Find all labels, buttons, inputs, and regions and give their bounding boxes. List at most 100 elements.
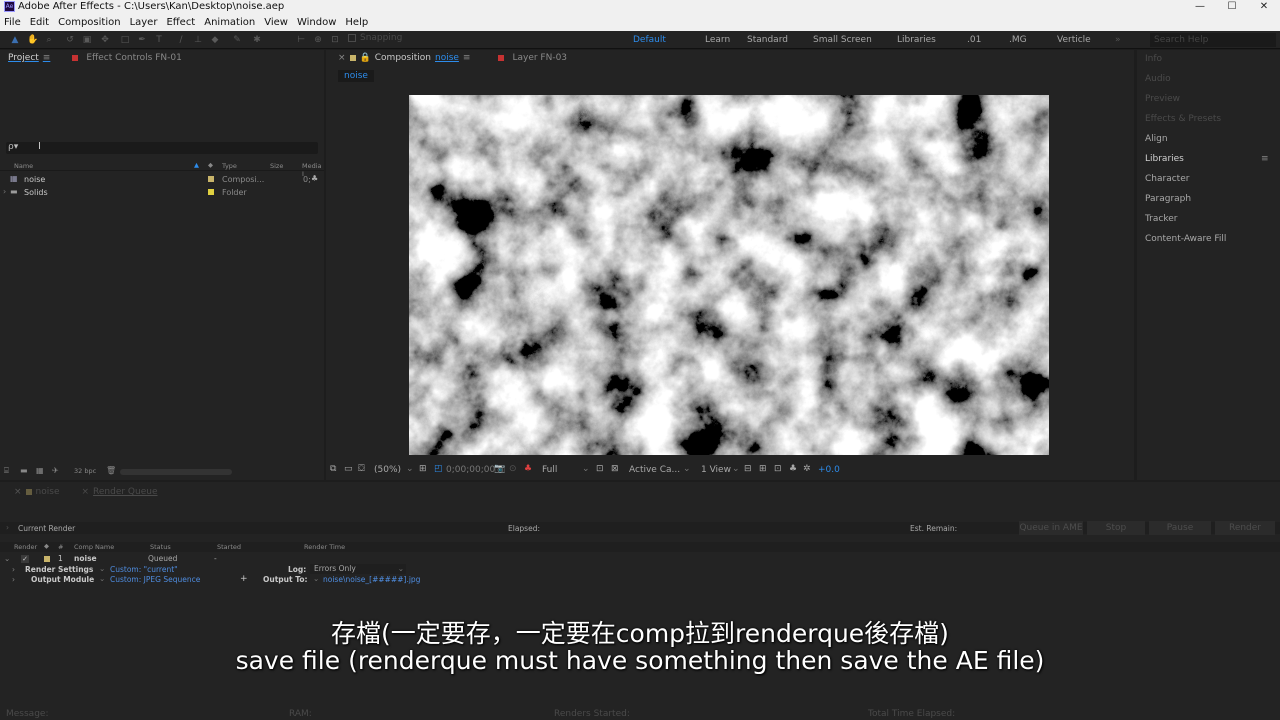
maximize-button[interactable]: ☐: [1216, 0, 1248, 13]
chevron-down-icon[interactable]: ⌄: [99, 564, 105, 573]
monitor-icon[interactable]: ▭: [344, 464, 353, 474]
view-layout-dropdown[interactable]: 1 View: [701, 465, 731, 475]
pan-behind-tool-icon[interactable]: ✥: [100, 35, 110, 45]
panel-menu-icon[interactable]: ≡: [43, 53, 51, 63]
menu-edit[interactable]: Edit: [30, 17, 49, 28]
bit-depth-button[interactable]: 32 bpc: [74, 467, 96, 475]
render-button[interactable]: Render: [1215, 521, 1275, 535]
channel-color-icon[interactable]: ♣: [524, 464, 532, 474]
panel-menu-icon[interactable]: ≡: [463, 53, 471, 63]
workspace-standard[interactable]: Standard: [747, 35, 813, 45]
chevron-down-icon[interactable]: ⌄: [683, 464, 691, 474]
label-tag-icon[interactable]: ◆: [44, 542, 49, 550]
chevron-down-icon[interactable]: ⌄: [99, 574, 105, 583]
expand-arrow-icon[interactable]: ›: [12, 565, 15, 574]
tab-render-queue[interactable]: × Render Queue: [67, 487, 165, 497]
mask-visibility-icon[interactable]: ⛋: [358, 464, 365, 474]
menu-window[interactable]: Window: [297, 17, 336, 28]
new-composition-icon[interactable]: ▦: [36, 466, 44, 475]
menu-composition[interactable]: Composition: [58, 17, 120, 28]
collapse-arrow-icon[interactable]: ⌄: [4, 554, 10, 563]
reset-exposure-icon[interactable]: ✲: [803, 464, 811, 474]
chevron-down-icon[interactable]: ⌄: [313, 574, 319, 583]
panel-align[interactable]: Align: [1145, 134, 1168, 144]
adjust-project-settings-icon[interactable]: ✈: [52, 466, 59, 475]
composition-viewer[interactable]: [409, 95, 1049, 455]
axis-view-icon[interactable]: ⊡: [330, 35, 340, 45]
project-search-input[interactable]: ρ▾ I: [6, 141, 318, 154]
eraser-tool-icon[interactable]: ◆: [210, 35, 220, 45]
menu-animation[interactable]: Animation: [204, 17, 255, 28]
axis-world-icon[interactable]: ⊕: [313, 35, 323, 45]
close-tab-icon[interactable]: ×: [81, 487, 89, 497]
column-render[interactable]: Render: [14, 543, 37, 551]
panel-menu-icon[interactable]: ≡: [1261, 154, 1269, 164]
panel-content-aware-fill[interactable]: Content-Aware Fill: [1145, 234, 1226, 244]
render-checkbox[interactable]: ✓: [21, 555, 29, 563]
interpret-footage-icon[interactable]: ⌸: [4, 466, 9, 476]
tab-noise-timeline[interactable]: × noise: [6, 487, 67, 497]
render-queue-item-row[interactable]: ⌄ ✓ 1 noise Queued -: [0, 554, 1280, 564]
menu-help[interactable]: Help: [345, 17, 368, 28]
panel-paragraph[interactable]: Paragraph: [1145, 194, 1191, 204]
column-status[interactable]: Status: [150, 543, 171, 551]
workspace-small-screen[interactable]: Small Screen: [813, 35, 897, 45]
column-name[interactable]: Name: [14, 162, 33, 170]
selection-tool-icon[interactable]: ▲: [10, 35, 20, 45]
flowchart-icon[interactable]: ♣: [311, 174, 318, 183]
column-render-time[interactable]: Render Time: [304, 543, 345, 551]
column-size[interactable]: Size: [270, 162, 283, 170]
chevron-down-icon[interactable]: ⌄: [732, 464, 740, 474]
show-snapshot-icon[interactable]: ⊙: [509, 464, 517, 474]
workspace-verticle[interactable]: Verticle: [1057, 35, 1115, 45]
minimize-button[interactable]: —: [1184, 0, 1216, 13]
output-to-value[interactable]: noise\noise_[#####].jpg: [323, 575, 420, 584]
expand-arrow-icon[interactable]: ›: [6, 523, 9, 532]
queue-in-ame-button[interactable]: Queue in AME: [1019, 521, 1083, 535]
puppet-tool-icon[interactable]: ✱: [252, 35, 262, 45]
workspace-01[interactable]: .01: [967, 35, 1009, 45]
label-tag-icon[interactable]: ◆: [208, 161, 213, 169]
more-workspaces-button[interactable]: »: [1115, 35, 1121, 45]
log-dropdown[interactable]: Errors Only ⌄: [310, 564, 406, 574]
panel-effects-presets[interactable]: Effects & Presets: [1145, 114, 1221, 124]
zoom-tool-icon[interactable]: ⌕: [44, 35, 54, 45]
hand-tool-icon[interactable]: ✋: [27, 35, 38, 45]
clone-stamp-tool-icon[interactable]: ⊥: [193, 35, 203, 45]
tab-layer[interactable]: Layer FN-03: [478, 53, 575, 63]
snapping-toggle[interactable]: Snapping: [348, 33, 402, 43]
breadcrumb-comp[interactable]: noise: [344, 71, 368, 81]
toggle-pixel-aspect-icon[interactable]: ⊟: [744, 464, 752, 474]
expand-arrow-icon[interactable]: ›: [3, 187, 6, 196]
comp-flowchart-icon[interactable]: ⊡: [774, 464, 782, 474]
tab-composition[interactable]: × 🔒 Composition noise ≡: [330, 53, 478, 63]
axis-local-icon[interactable]: ⊢: [296, 35, 306, 45]
delete-icon[interactable]: 🗑: [106, 466, 116, 475]
horizontal-scrollbar[interactable]: [120, 469, 232, 475]
snapshot-camera-icon[interactable]: 📷: [494, 464, 505, 474]
workspace-mg[interactable]: .MG: [1009, 35, 1057, 45]
fast-draft-icon[interactable]: ⊞: [759, 464, 767, 474]
close-tab-icon[interactable]: ×: [14, 487, 22, 497]
workspace-default[interactable]: Default: [633, 35, 705, 45]
new-folder-icon[interactable]: ▬: [20, 466, 28, 475]
brush-tool-icon[interactable]: ∕: [176, 35, 186, 45]
always-preview-icon[interactable]: ⧉: [330, 464, 336, 474]
sort-ascending-icon[interactable]: ▲: [194, 161, 199, 169]
roto-brush-tool-icon[interactable]: ✎: [232, 35, 242, 45]
current-time-display[interactable]: 0;00;00;00: [446, 465, 495, 475]
transparency-grid-icon[interactable]: ⊠: [611, 464, 619, 474]
type-tool-icon[interactable]: T: [154, 35, 164, 45]
exposure-value[interactable]: +0.0: [818, 465, 840, 475]
workspace-learn[interactable]: Learn: [705, 35, 747, 45]
column-number[interactable]: #: [58, 543, 63, 551]
menu-file[interactable]: File: [4, 17, 21, 28]
menu-layer[interactable]: Layer: [130, 17, 158, 28]
fast-previews-icon[interactable]: ⊡: [596, 464, 604, 474]
panel-character[interactable]: Character: [1145, 174, 1189, 184]
menu-view[interactable]: View: [264, 17, 288, 28]
project-item-row[interactable]: › ▬ Solids Folder: [0, 187, 324, 199]
menu-effect[interactable]: Effect: [166, 17, 195, 28]
region-of-interest-icon[interactable]: ◰: [434, 464, 443, 474]
zoom-dropdown[interactable]: (50%): [374, 465, 401, 475]
